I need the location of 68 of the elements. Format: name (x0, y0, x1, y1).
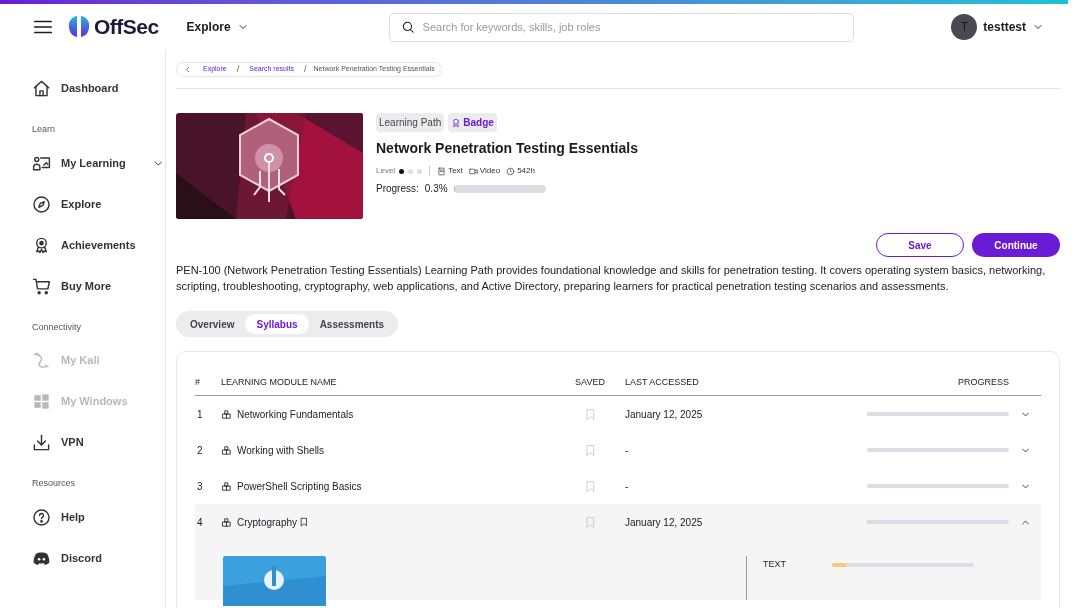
module-name: PowerShell Scripting Basics (237, 479, 362, 494)
column-header: # (195, 375, 201, 389)
sidebar-item[interactable]: Dashboard (32, 68, 165, 109)
continue-button[interactable]: Continue (972, 233, 1060, 257)
windows-icon (32, 392, 51, 411)
tag: Badge (448, 113, 497, 132)
explore-menu[interactable]: Explore (186, 18, 249, 36)
date-cell-text: - (625, 443, 630, 458)
progress-value: 0.3% (424, 182, 448, 196)
tab[interactable]: Overview (179, 314, 246, 334)
module-name: Networking Fundamentals (237, 407, 354, 422)
row-number: 4 (196, 515, 204, 530)
format-label: 542h (517, 165, 535, 177)
back-icon[interactable] (183, 65, 192, 74)
sidebar-item[interactable]: VPN (32, 422, 165, 463)
section-label: Learn (32, 123, 57, 136)
sidebar-item[interactable]: My Learning (32, 142, 165, 184)
column-header: LEARNING MODULE NAME (221, 375, 338, 389)
format-label: Text (448, 165, 463, 177)
help-icon (32, 507, 51, 527)
section-label: Connectivity (32, 320, 83, 334)
row-number: 1 (196, 407, 204, 422)
dragon-icon (32, 351, 51, 370)
description: PEN-100 (Network Penetration Testing Essentials) Learning Path provides foundational knowledge and skills for penetration testing. It covers operating system basics, networking, scripting, troubleshooting, cryptography, web applications, and Active Directory, preparing learners for practical penetration testing scenarios and assessments. (176, 263, 1047, 294)
breadcrumb-separator: / (304, 62, 307, 76)
breadcrumb-separator: / (236, 62, 240, 76)
cart-icon (32, 276, 51, 296)
award-icon (451, 117, 462, 128)
module-name: Working with Shells (237, 443, 325, 458)
video-icon (468, 166, 478, 176)
sidebar-item[interactable]: Achievements (32, 224, 165, 266)
sidebar-item[interactable]: Buy More (32, 265, 165, 307)
download-icon (32, 433, 51, 452)
logo-icon (68, 14, 90, 40)
row-number: 2 (196, 443, 204, 458)
search-field[interactable]: Search for keywords, skills, job roles (388, 12, 854, 42)
logo-text[interactable]: OffSec (94, 11, 159, 43)
home-icon (32, 79, 51, 98)
date-cell-text: - (625, 479, 630, 494)
column-header: PROGRESS (957, 375, 1009, 389)
save-button[interactable]: Save (876, 233, 964, 257)
module-name: Cryptography (237, 515, 298, 530)
detail-label: TEXT (763, 558, 787, 571)
user-name[interactable]: testtest (983, 18, 1026, 36)
document-icon (437, 166, 447, 176)
tag: Learning Path (376, 113, 445, 132)
module-icon (221, 408, 232, 420)
sidebar-item[interactable]: Discord (32, 537, 165, 579)
tab[interactable]: Syllabus (245, 314, 309, 334)
column-header: LAST ACCESSED (625, 375, 700, 389)
column-header: SAVED (574, 375, 606, 389)
sidebar-item[interactable]: Help (32, 496, 165, 538)
compass-icon (32, 194, 51, 214)
module-icon (221, 444, 232, 456)
search-icon (400, 19, 415, 34)
clock-icon (506, 166, 516, 176)
row-number: 3 (196, 479, 204, 494)
progress-label: Progress: (376, 182, 419, 196)
date-cell-text: January 12, 2025 (625, 515, 704, 530)
module-icon (221, 480, 232, 492)
course-title: Network Penetration Testing Essentials (376, 139, 638, 158)
date-cell-text: January 12, 2025 (625, 407, 704, 422)
tab[interactable]: Assessments (308, 314, 396, 334)
level-label: Level (376, 165, 396, 177)
format-label: Video (479, 165, 501, 177)
module-icon (221, 516, 232, 528)
sidebar-item[interactable]: Explore (32, 183, 165, 225)
section-label: Resources (32, 477, 77, 490)
